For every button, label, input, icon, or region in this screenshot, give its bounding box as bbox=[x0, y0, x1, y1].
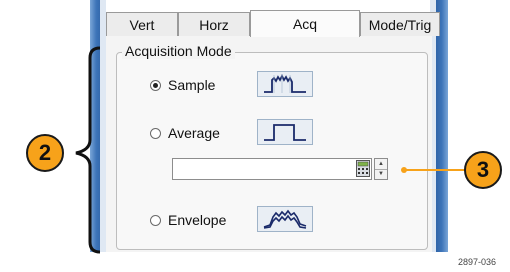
callout-2: 2 bbox=[26, 134, 64, 172]
figure-code: 2897-036 bbox=[458, 257, 497, 267]
tab-acq[interactable]: Acq bbox=[250, 10, 360, 37]
callout-3: 3 bbox=[464, 151, 502, 189]
callout-lines bbox=[75, 46, 466, 254]
